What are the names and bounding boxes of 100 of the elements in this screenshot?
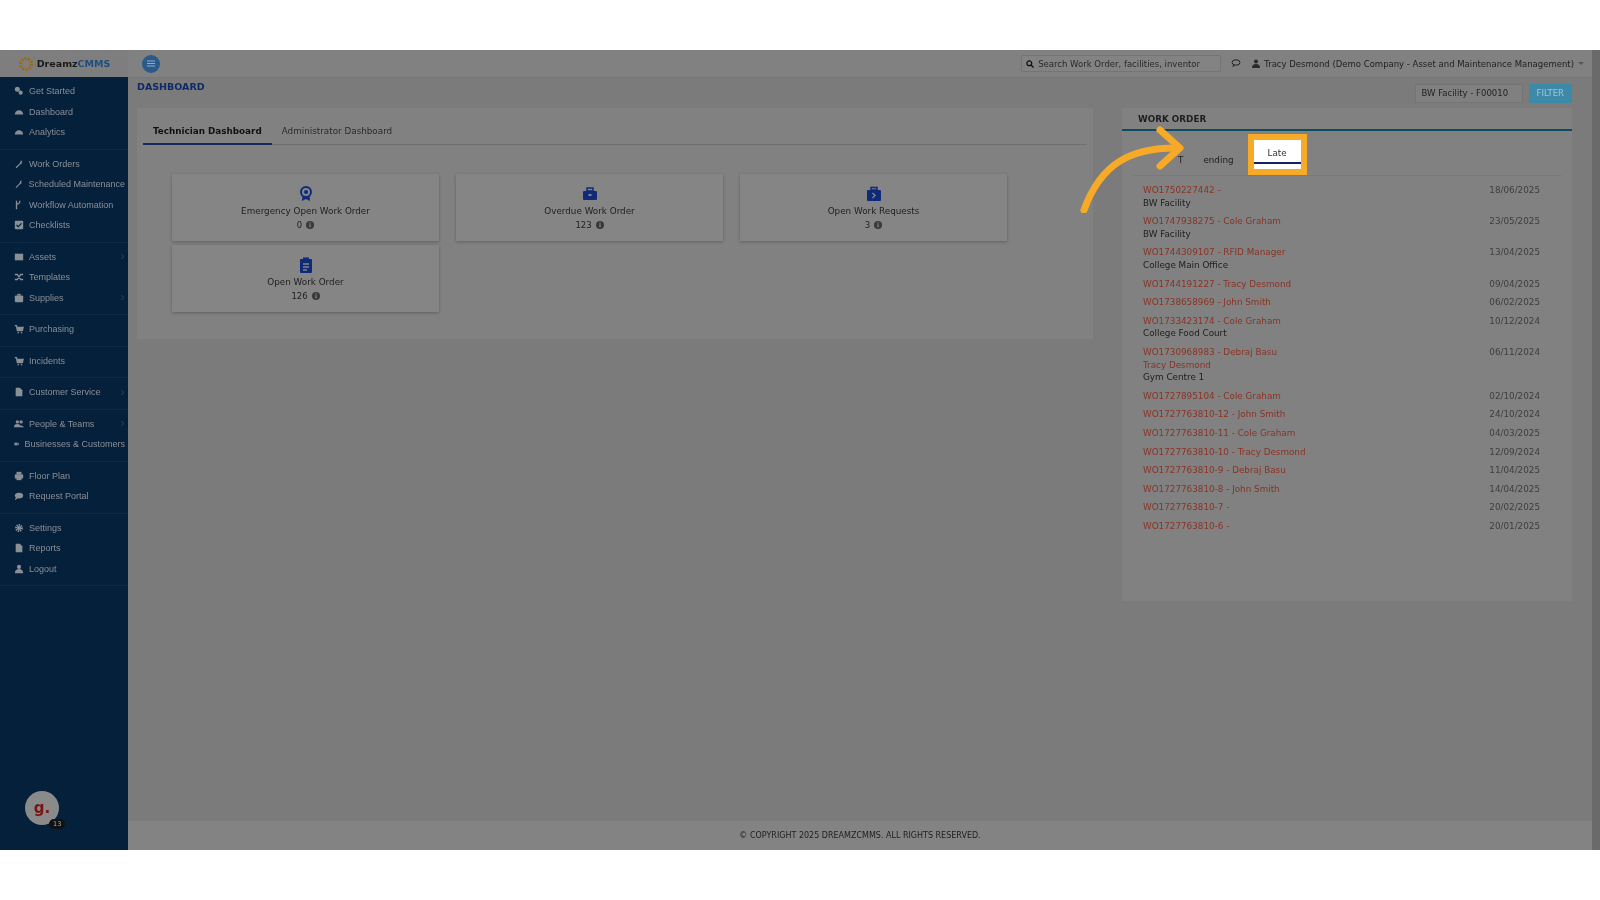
- sidebar-item[interactable]: Templates: [0, 267, 128, 288]
- facility-field[interactable]: BW Facility - F00010: [1414, 83, 1523, 103]
- sidebar-item[interactable]: Incidents: [0, 350, 128, 371]
- card-title: Open Work Requests: [827, 205, 920, 216]
- file-icon: [14, 543, 24, 554]
- search-field[interactable]: Search Work Order, facilities, inventor: [1021, 55, 1222, 72]
- menu-icon: [147, 60, 155, 67]
- cart-icon: [14, 355, 24, 366]
- due-date: 11/04/2025: [1489, 464, 1540, 477]
- search-icon: [1026, 59, 1035, 68]
- stat-card[interactable]: Emergency Open Work Order 0: [172, 174, 439, 241]
- briefcase-icon: [865, 185, 882, 202]
- logo-text: DreamzCMMS: [36, 58, 111, 69]
- chevron-right-icon: [120, 420, 125, 428]
- due-date: 12/09/2024: [1489, 445, 1540, 459]
- due-date: 06/02/2025: [1489, 296, 1540, 309]
- sidebar-item[interactable]: Work Orders: [0, 153, 128, 174]
- chevron-right-icon: [120, 253, 125, 261]
- due-date: 20/02/2025: [1489, 501, 1540, 514]
- file-icon: [14, 387, 24, 398]
- page-title: DASHBOARD: [137, 80, 206, 92]
- info-icon[interactable]: [311, 291, 320, 300]
- award-icon: [297, 185, 314, 202]
- caret-icon: [1578, 61, 1584, 66]
- card-count: 0: [296, 219, 303, 230]
- box-icon: [14, 251, 24, 262]
- user-icon: [1252, 59, 1261, 68]
- work-order-tab[interactable]: ending: [1193, 149, 1244, 175]
- copyright-text: © COPYRIGHT 2025 DREAMZCMMS. ALL RIGHTS RESERVED.: [739, 831, 981, 840]
- due-date: 10/12/2024: [1489, 314, 1540, 328]
- card-title: Open Work Order: [267, 276, 344, 287]
- chat-icon[interactable]: [1231, 59, 1243, 68]
- sidebar-item[interactable]: Get Started: [0, 81, 128, 102]
- location-text: College Main Office: [1143, 258, 1230, 272]
- location-text: BW Facility: [1143, 196, 1192, 210]
- due-date: 09/04/2025: [1489, 277, 1540, 291]
- sidebar-item[interactable]: Purchasing: [0, 319, 128, 340]
- sidebar-item[interactable]: Request Portal: [0, 486, 128, 507]
- chevron-right-icon: [120, 388, 125, 396]
- dashboard-tab[interactable]: Technician Dashboard: [143, 120, 272, 145]
- due-date: 02/10/2024: [1489, 389, 1540, 403]
- sidebar-item[interactable]: Analytics: [0, 122, 128, 143]
- due-date: 23/05/2025: [1489, 215, 1540, 229]
- sidebar-item[interactable]: Floor Plan: [0, 465, 128, 486]
- sidebar-item[interactable]: Customer Service: [0, 382, 128, 403]
- card-title: Emergency Open Work Order: [241, 205, 370, 216]
- info-icon[interactable]: [874, 220, 883, 229]
- printer-icon: [14, 470, 24, 481]
- clipboard-icon: [297, 256, 314, 273]
- checkbox-icon: [14, 220, 24, 231]
- due-date: 04/03/2025: [1489, 426, 1540, 440]
- info-icon[interactable]: [595, 220, 604, 229]
- sidebar-item[interactable]: Scheduled Maintenance: [0, 174, 128, 195]
- cart-icon: [14, 324, 24, 335]
- wrench-icon: [14, 179, 24, 190]
- gear-icon: [14, 522, 24, 533]
- card-title: Overdue Work Order: [544, 205, 635, 216]
- people-icon: [14, 418, 24, 429]
- briefcase-icon: [14, 292, 24, 303]
- due-date: 20/01/2025: [1489, 519, 1540, 533]
- stat-card[interactable]: Open Work Requests 3: [740, 174, 1007, 241]
- card-count: 3: [864, 219, 871, 230]
- location-text: Gym Centre 1: [1143, 371, 1206, 384]
- sidebar-item[interactable]: Reports: [0, 538, 128, 559]
- location-text: College Food Court: [1143, 327, 1228, 340]
- dashboard-tab[interactable]: Administrator Dashboard: [271, 120, 403, 145]
- wrench-icon: [14, 158, 24, 169]
- stat-card[interactable]: Overdue Work Order 123: [456, 174, 723, 241]
- stat-card[interactable]: Open Work Order 126: [172, 245, 439, 312]
- toolbox-icon: [581, 185, 598, 202]
- sidebar-item[interactable]: Checklists: [0, 215, 128, 236]
- sidebar-item[interactable]: Settings: [0, 517, 128, 538]
- shuffle-icon: [14, 272, 24, 283]
- sidebar-item[interactable]: Logout: [0, 558, 128, 579]
- chat-icon: [14, 491, 24, 502]
- work-order-tab[interactable]: T: [1168, 149, 1194, 175]
- info-icon[interactable]: [306, 220, 315, 229]
- menu-button[interactable]: [142, 54, 160, 73]
- gauge-icon: [14, 127, 24, 138]
- sidebar-item[interactable]: Dashboard: [0, 101, 128, 122]
- sidebar-item[interactable]: People & Teams: [0, 413, 128, 434]
- user-menu[interactable]: Tracy Desmond (Demo Company - Asset and Maintenance Management): [1252, 58, 1584, 69]
- gear-logo-icon: [17, 55, 34, 72]
- sidebar-item[interactable]: Assets: [0, 246, 128, 267]
- location-text: BW Facility: [1143, 227, 1192, 241]
- due-date: 13/04/2025: [1489, 246, 1540, 260]
- user-icon: [14, 563, 24, 574]
- due-date: 18/06/2025: [1489, 184, 1540, 197]
- due-date: 24/10/2024: [1489, 408, 1540, 421]
- sidebar-item[interactable]: Businesses & Customers: [0, 434, 128, 455]
- panel-title: WORK ORDER: [1122, 108, 1572, 131]
- sidebar-item[interactable]: Supplies: [0, 287, 128, 308]
- due-date: 06/11/2024: [1489, 345, 1540, 359]
- chevron-right-icon: [120, 294, 125, 302]
- card-count: 126: [291, 290, 308, 301]
- gears-icon: [14, 86, 24, 97]
- card-count: 123: [575, 219, 592, 230]
- due-date: 14/04/2025: [1489, 482, 1540, 496]
- sidebar-item[interactable]: Workflow Automation: [0, 194, 128, 215]
- scrollbar[interactable]: [1592, 50, 1600, 850]
